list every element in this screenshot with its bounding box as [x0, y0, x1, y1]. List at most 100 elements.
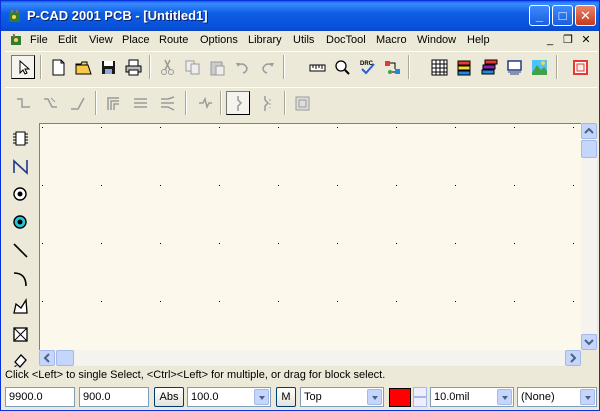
menu-macro[interactable]: Macro — [376, 34, 407, 46]
route-fanout-icon — [161, 96, 175, 111]
place-arc-button[interactable] — [8, 266, 32, 290]
menu-help[interactable]: Help — [467, 34, 490, 46]
measure-button[interactable] — [305, 55, 329, 79]
copy-button[interactable] — [180, 55, 204, 79]
route-fanout-button[interactable] — [155, 91, 179, 115]
layer-dropdown-arrow[interactable] — [367, 389, 382, 405]
y-coordinate-field[interactable]: 900.0 — [79, 387, 149, 407]
cut-button[interactable] — [155, 55, 179, 79]
redo-button[interactable] — [255, 55, 279, 79]
paste-button[interactable] — [205, 55, 229, 79]
grid-dot — [219, 243, 220, 244]
spinner-up-button[interactable] — [413, 387, 427, 397]
line-width-dropdown-arrow[interactable] — [497, 389, 512, 405]
grid-dot — [42, 185, 43, 186]
toolbar-separator — [283, 55, 285, 79]
route-sketch-button[interactable] — [226, 91, 250, 115]
place-pad-button[interactable] — [8, 182, 32, 206]
save-button[interactable] — [96, 55, 120, 79]
place-toolbar — [5, 123, 37, 368]
scroll-left-button[interactable] — [39, 350, 55, 366]
mdi-close-button[interactable]: ✕ — [578, 33, 594, 48]
menu-edit[interactable]: Edit — [58, 34, 77, 46]
x-coordinate-field[interactable]: 9900.0 — [5, 387, 75, 407]
place-component-button[interactable] — [8, 126, 32, 150]
layer-combo[interactable]: Top — [300, 387, 384, 407]
copy-icon — [185, 60, 200, 75]
spinner-down-button[interactable] — [413, 397, 427, 407]
route-multi-button[interactable] — [128, 91, 152, 115]
mdi-minimize-button[interactable]: _ — [542, 33, 558, 48]
menu-options[interactable]: Options — [200, 34, 238, 46]
net-button[interactable] — [380, 55, 404, 79]
spreadsheet-button[interactable] — [427, 55, 451, 79]
print-button[interactable] — [121, 55, 145, 79]
route-interactive-button[interactable] — [38, 91, 62, 115]
zoom-dropdown-arrow[interactable] — [254, 389, 269, 405]
grid-dot — [160, 243, 161, 244]
layer-sets-button[interactable] — [477, 55, 501, 79]
line-width-combo[interactable]: 10.0mil — [430, 387, 514, 407]
place-line-button[interactable] — [8, 238, 32, 262]
maximize-button[interactable]: □ — [552, 5, 573, 26]
place-keepout-button[interactable] — [8, 322, 32, 346]
place-polygon-button[interactable] — [8, 294, 32, 318]
zoom-button[interactable] — [330, 55, 354, 79]
horizontal-scroll-thumb[interactable] — [56, 350, 74, 366]
3d-view-button[interactable] — [568, 55, 592, 79]
mdi-restore-button[interactable]: ❐ — [560, 33, 576, 48]
route-miter-icon — [71, 97, 85, 110]
route-sketch-icon — [237, 96, 243, 111]
close-button[interactable]: ✕ — [575, 5, 596, 26]
route-gap-button[interactable] — [255, 91, 279, 115]
menu-route[interactable]: Route — [159, 34, 188, 46]
menu-doctool[interactable]: DocTool — [326, 34, 366, 46]
route-push-button[interactable] — [193, 91, 217, 115]
layers-button[interactable] — [452, 55, 476, 79]
pcb-canvas[interactable] — [39, 123, 581, 350]
toolbar-separator — [40, 55, 42, 79]
chevron-down-icon — [584, 339, 594, 346]
menu-utils[interactable]: Utils — [293, 34, 314, 46]
net-combo[interactable]: (None) — [517, 387, 597, 407]
select-tool-button[interactable] — [11, 55, 35, 79]
scroll-right-button[interactable] — [565, 350, 581, 366]
scroll-down-button[interactable] — [581, 334, 597, 350]
vertical-scroll-thumb[interactable] — [581, 140, 597, 158]
horizontal-scrollbar[interactable] — [39, 350, 581, 366]
abs-button[interactable]: Abs — [154, 387, 184, 407]
m-button[interactable]: M — [276, 387, 296, 407]
layer-color-swatch[interactable] — [389, 388, 411, 407]
route-bus-button[interactable] — [101, 91, 125, 115]
scroll-up-button[interactable] — [581, 123, 597, 139]
zoom-combo[interactable]: 100.0 — [187, 387, 271, 407]
undo-button[interactable] — [230, 55, 254, 79]
menu-place[interactable]: Place — [122, 34, 150, 46]
terrain-button[interactable] — [527, 55, 551, 79]
menu-window[interactable]: Window — [417, 34, 456, 46]
net-dropdown-arrow[interactable] — [580, 389, 595, 405]
place-via-button[interactable] — [8, 210, 32, 234]
drc-button[interactable]: DRC — [355, 55, 379, 79]
document-icon[interactable] — [10, 33, 24, 47]
open-file-button[interactable] — [71, 55, 95, 79]
minimize-button[interactable]: _ — [529, 5, 550, 26]
grid-dot — [101, 127, 102, 128]
title-bar[interactable]: P-CAD 2001 PCB - [Untitled1] _ □ ✕ — [1, 1, 599, 31]
route-push-icon — [199, 96, 212, 110]
grid-canvas[interactable] — [40, 124, 580, 350]
route-manual-button[interactable] — [11, 91, 35, 115]
new-file-button[interactable] — [46, 55, 70, 79]
menu-library[interactable]: Library — [248, 34, 282, 46]
route-miter-button[interactable] — [65, 91, 89, 115]
route-hug-button[interactable] — [290, 91, 314, 115]
pads-button[interactable] — [502, 55, 526, 79]
vertical-scrollbar[interactable] — [581, 123, 597, 350]
place-connection-button[interactable] — [8, 154, 32, 178]
menu-view[interactable]: View — [89, 34, 113, 46]
layer-spinner[interactable] — [413, 387, 427, 407]
toolbar-separator — [556, 55, 558, 79]
route-manual-icon — [17, 98, 30, 108]
menu-file[interactable]: File — [30, 34, 48, 46]
scrollbar-corner — [581, 350, 597, 366]
